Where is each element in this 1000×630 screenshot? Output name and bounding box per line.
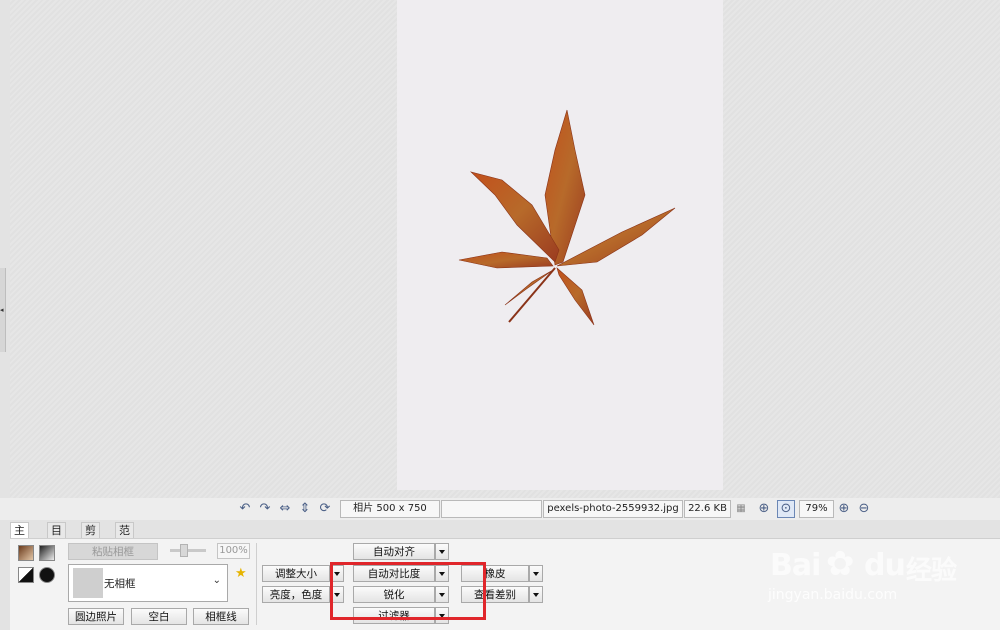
maple-leaf-image — [458, 109, 676, 326]
rotate-icon[interactable]: ⟳ — [317, 501, 333, 517]
tab-home[interactable]: 主页 — [10, 522, 29, 553]
brightness-button[interactable]: 亮度，色度 — [262, 586, 330, 603]
status-bar: ↶ ↷ ⇔ ⇕ ⟳ 相片 500 x 750 pexels-photo-2559… — [0, 498, 1000, 520]
fit-width-icon[interactable]: ⇔ — [277, 501, 293, 517]
zoom-level[interactable]: 79% — [799, 500, 834, 518]
filename-readout: pexels-photo-2559932.jpg — [543, 500, 683, 518]
watermark-url: jingyan.baidu.com — [768, 587, 898, 603]
chevron-down-icon: ⌄ — [212, 575, 221, 586]
invert-tool-icon[interactable] — [18, 567, 34, 583]
round-photo-button[interactable]: 圆边照片 — [68, 608, 124, 625]
paw-icon: ✿ — [826, 544, 854, 584]
tab-target[interactable]: 目标 — [47, 522, 66, 553]
eraser-dropdown[interactable] — [529, 565, 543, 582]
photo-size-readout: 相片 500 x 750 — [340, 500, 440, 518]
frame-dropdown[interactable]: 无相框 ⌄ — [68, 564, 228, 602]
zoom-out-icon[interactable]: ⊖ — [856, 501, 872, 517]
opacity-slider-thumb[interactable] — [180, 544, 188, 557]
zoom-fit-icon[interactable]: ⊙ — [777, 500, 795, 518]
highlight-box — [330, 562, 486, 620]
blank-button[interactable]: 空白 — [131, 608, 187, 625]
frame-preview — [73, 568, 103, 598]
zoom-actual-icon[interactable]: ⊕ — [756, 501, 772, 517]
frame-line-button[interactable]: 相框线 — [193, 608, 249, 625]
chevron-left-icon: ◂ — [0, 306, 4, 314]
resize-button[interactable]: 调整大小 — [262, 565, 330, 582]
ribbon-divider — [256, 543, 257, 625]
frame-selected-label: 无相框 — [104, 578, 136, 590]
tab-range[interactable]: 范围 — [115, 522, 134, 553]
view-difference-dropdown[interactable] — [529, 586, 543, 603]
photo-preview — [397, 0, 723, 490]
undo-icon[interactable]: ↶ — [237, 501, 253, 517]
auto-align-button[interactable]: 自动对齐 — [353, 543, 435, 560]
gradient-tool-icon[interactable] — [39, 545, 55, 561]
zoom-in-icon[interactable]: ⊕ — [836, 501, 852, 517]
opacity-slider-track[interactable] — [170, 549, 206, 552]
redo-icon[interactable]: ↷ — [257, 501, 273, 517]
side-panel-toggle[interactable]: ◂ — [0, 268, 6, 352]
star-icon[interactable]: ★ — [235, 566, 247, 581]
filesize-readout: 22.6 KB — [684, 500, 731, 518]
paste-frame-button[interactable]: 粘贴相框 — [68, 543, 158, 560]
opacity-value[interactable]: 100% — [217, 543, 250, 559]
tab-crop[interactable]: 剪切 — [81, 522, 100, 553]
auto-align-dropdown[interactable] — [435, 543, 449, 560]
color-tool-icon[interactable] — [18, 545, 34, 561]
status-empty-field — [441, 500, 542, 518]
fit-height-icon[interactable]: ⇕ — [297, 501, 313, 517]
checkerboard-icon[interactable]: ▦ — [733, 501, 749, 517]
mask-tool-icon[interactable] — [39, 567, 55, 583]
